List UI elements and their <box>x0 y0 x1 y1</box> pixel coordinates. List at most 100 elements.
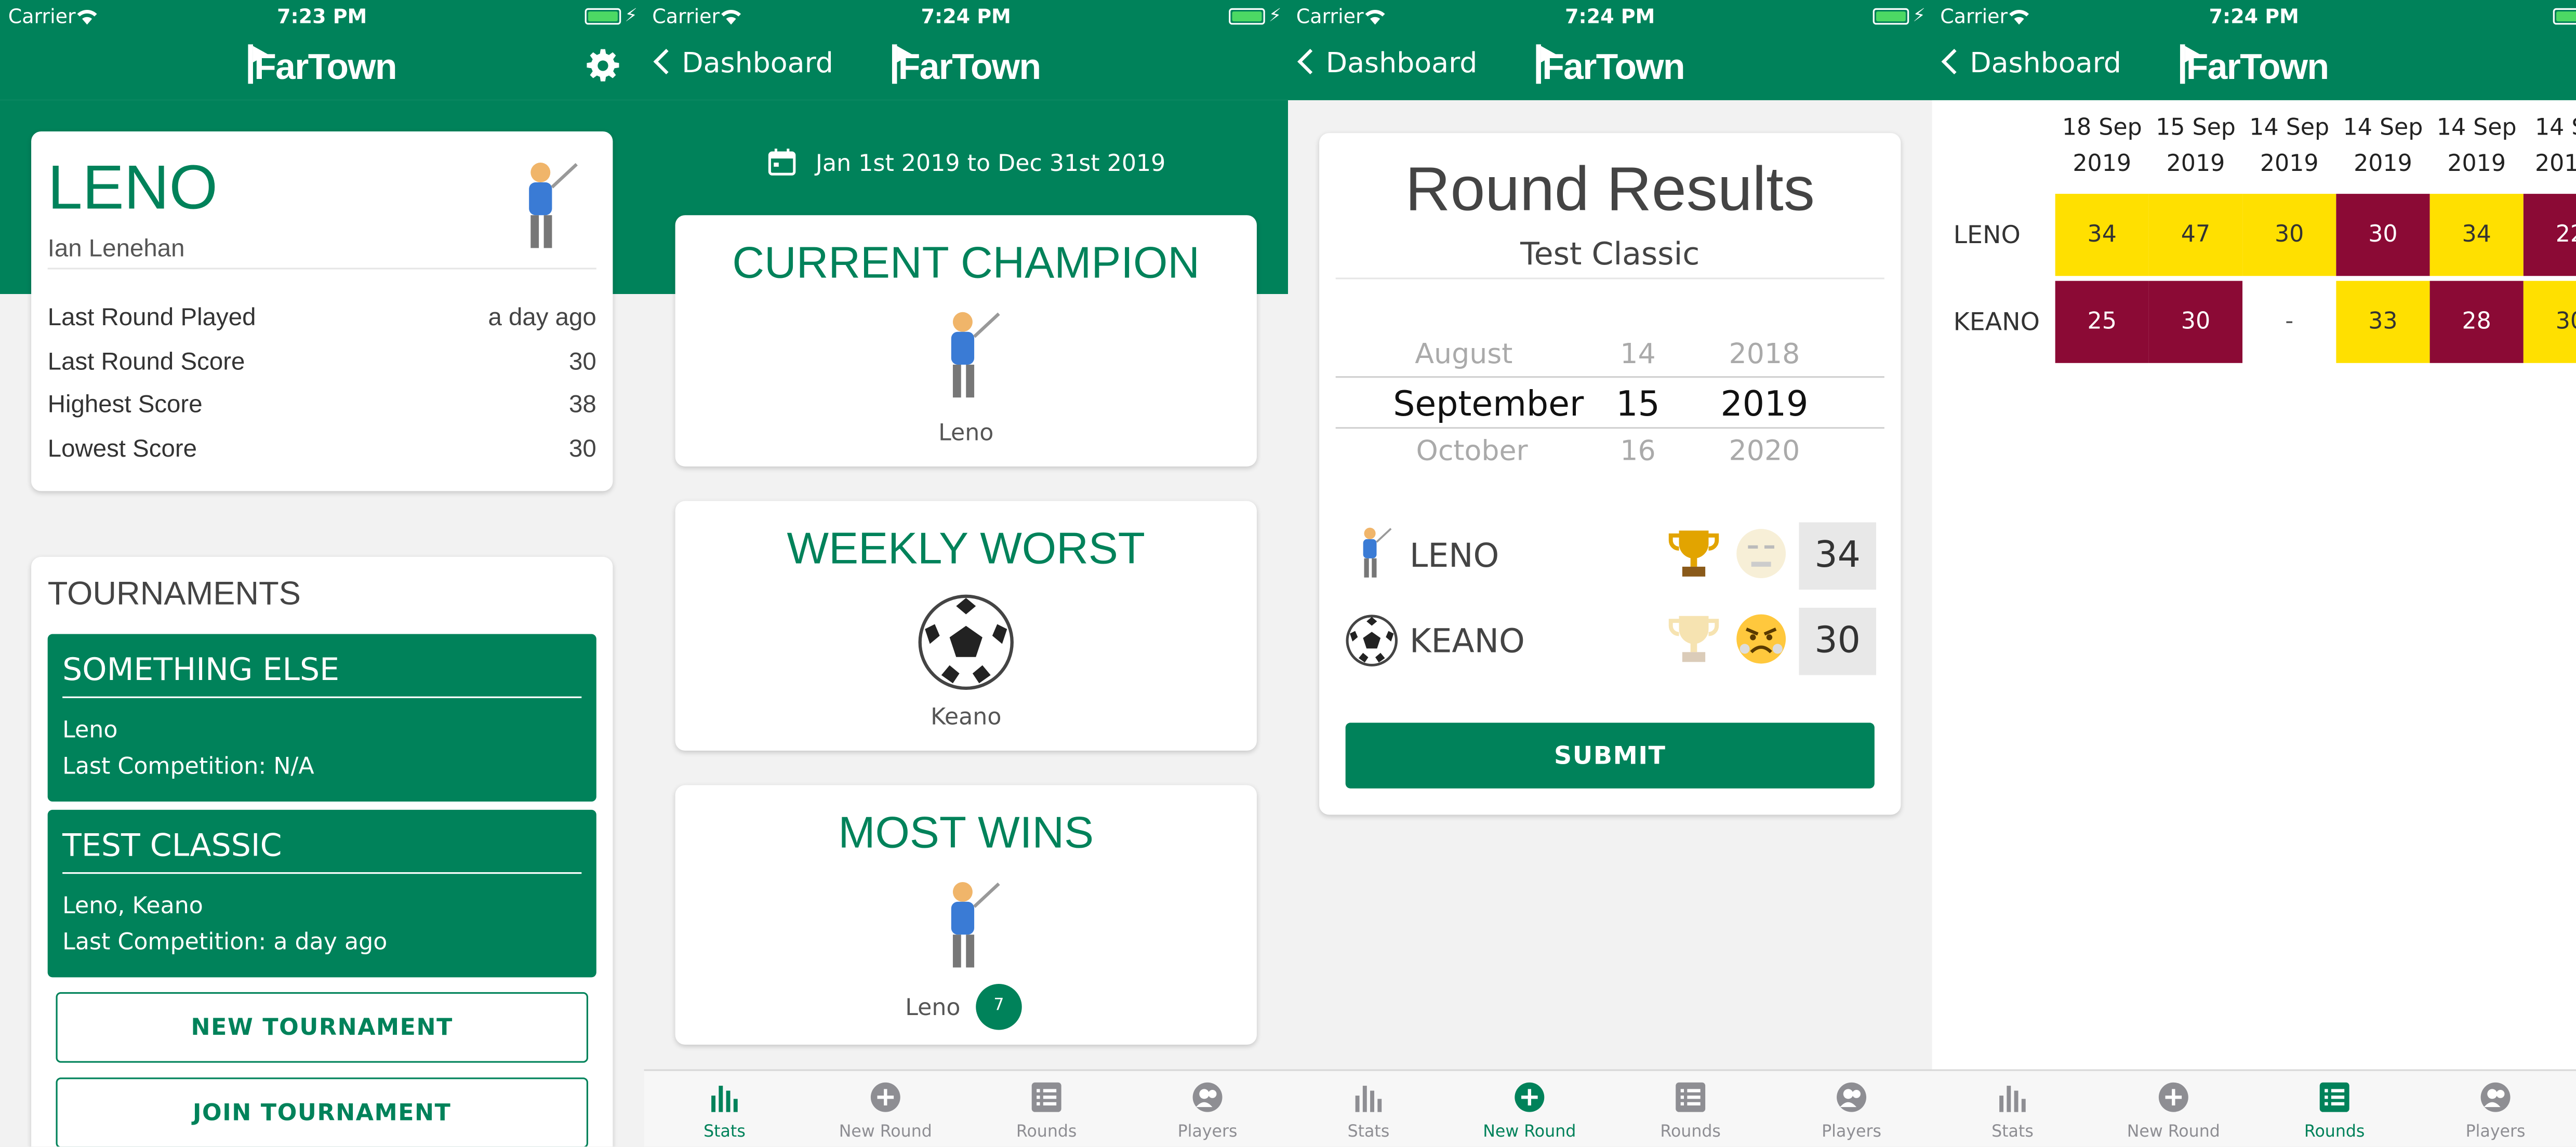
list-icon <box>2319 1082 2349 1112</box>
date-picker[interactable]: August September October 14 15 16 2018 2… <box>1335 330 1884 495</box>
tournament-players: Leno <box>62 717 118 744</box>
bar-chart-icon <box>1355 1086 1382 1112</box>
card-title: WEEKLY WORST <box>787 524 1145 574</box>
card-title: MOST WINS <box>838 808 1094 858</box>
tab-stats[interactable]: Stats <box>1288 1071 1449 1146</box>
tournament-name: TEST CLASSIC <box>62 828 282 864</box>
stat-row-highest-score: Highest Score 38 <box>47 391 596 419</box>
column-header: 15 Sep 2019 <box>2156 115 2236 178</box>
score-cell[interactable]: 34 <box>2055 194 2149 276</box>
trophy-icon[interactable] <box>1666 526 1722 582</box>
tab-new-round[interactable]: New Round <box>805 1071 966 1146</box>
flag-icon <box>1535 44 1556 84</box>
battery-icon <box>585 8 621 25</box>
column-header: 14 Sep 2019 <box>2436 115 2517 178</box>
tab-label: New Round <box>839 1123 932 1142</box>
plus-circle-icon <box>2158 1082 2188 1112</box>
golfer-icon <box>529 163 578 248</box>
tab-players[interactable]: Players <box>1127 1071 1288 1146</box>
picker-month-prev: August <box>1415 338 1513 371</box>
score-cell[interactable]: 34 <box>2429 194 2524 276</box>
logo-text: FarTown <box>254 46 397 87</box>
golfer-icon <box>1363 527 1392 578</box>
rounds-screen: Carrier 7:24 PM Dashboard FarTown 18 Sep… <box>1932 0 2576 1147</box>
player-row-keano: KEANO 30 <box>1319 605 1901 677</box>
picker-month-next: October <box>1416 435 1528 469</box>
gear-icon[interactable] <box>585 48 621 84</box>
angry-face-icon[interactable] <box>1733 611 1789 667</box>
score-cell[interactable]: 47 <box>2148 194 2243 276</box>
score-cell[interactable]: 30 <box>2523 281 2576 363</box>
new-tournament-button[interactable]: NEW TOURNAMENT <box>56 992 588 1063</box>
weekly-worst-card: WEEKLY WORST Keano <box>675 501 1257 751</box>
score-cell[interactable]: - <box>2242 281 2336 363</box>
status-bar: Carrier 7:23 PM ⚡ <box>0 5 644 28</box>
score-input[interactable]: 34 <box>1799 522 1876 590</box>
tournament-card-something-else[interactable]: SOMETHING ELSE Leno Last Competition: N/… <box>47 634 596 802</box>
tab-bar: Stats New Round Rounds Players <box>1288 1069 1932 1147</box>
score-cell[interactable]: 30 <box>2148 281 2243 363</box>
round-results-card: Round Results Test Classic August Septem… <box>1319 133 1901 815</box>
logo-text: FarTown <box>898 46 1041 87</box>
column-header: 14 S201 <box>2534 115 2576 178</box>
flag-icon <box>247 44 268 84</box>
tab-label: Stats <box>703 1123 746 1142</box>
tab-label: Rounds <box>1016 1123 1077 1142</box>
tab-label: Players <box>1177 1123 1238 1142</box>
score-cell[interactable]: 25 <box>2055 281 2149 363</box>
list-icon <box>1676 1082 1706 1112</box>
trophy-icon[interactable] <box>1666 611 1722 667</box>
tab-rounds[interactable]: Rounds <box>2254 1071 2415 1146</box>
score-input[interactable]: 30 <box>1799 607 1876 675</box>
tab-label: Rounds <box>2304 1123 2365 1142</box>
profile-card: LENO Ian Lenehan Last Round Played a day … <box>31 131 613 491</box>
tab-players[interactable]: Players <box>1771 1071 1932 1146</box>
tab-stats[interactable]: Stats <box>1932 1071 2093 1146</box>
tab-rounds[interactable]: Rounds <box>966 1071 1127 1146</box>
tab-new-round[interactable]: New Round <box>1449 1071 1610 1146</box>
stat-row-lowest-score: Lowest Score 30 <box>47 435 596 463</box>
players-icon <box>1192 1082 1223 1112</box>
tab-label: Players <box>1822 1123 1881 1142</box>
round-subtitle: Test Classic <box>1520 236 1700 273</box>
tab-label: Stats <box>1991 1123 2034 1142</box>
score-cell[interactable]: 28 <box>2429 281 2524 363</box>
tab-label: Players <box>2465 1123 2526 1142</box>
new-round-screen: Carrier 7:24 PM ⚡ Dashboard FarTown Roun… <box>1288 0 1932 1147</box>
column-header: 14 Sep 2019 <box>2343 115 2423 178</box>
tournaments-card: TOURNAMENTS SOMETHING ELSE Leno Last Com… <box>31 556 613 1147</box>
divider <box>62 696 582 698</box>
tab-rounds[interactable]: Rounds <box>1610 1071 1771 1146</box>
score-cell[interactable]: 30 <box>2336 194 2430 276</box>
card-player-name: Leno <box>938 420 994 447</box>
card-title: CURRENT CHAMPION <box>732 238 1200 288</box>
wins-count-badge: 7 <box>976 984 1022 1030</box>
calendar-icon <box>767 149 795 176</box>
join-tournament-button[interactable]: JOIN TOURNAMENT <box>56 1077 588 1147</box>
score-cell[interactable]: 30 <box>2242 194 2336 276</box>
bar-chart-icon <box>1999 1086 2026 1112</box>
tab-new-round[interactable]: New Round <box>2093 1071 2254 1146</box>
tab-stats[interactable]: Stats <box>644 1071 805 1146</box>
date-range[interactable]: Jan 1st 2019 to Dec 31st 2019 <box>644 148 1289 177</box>
dashboard-screen: Carrier 7:24 PM ⚡ Dashboard FarTown Jan … <box>644 0 1289 1147</box>
tab-players[interactable]: Players <box>2415 1071 2576 1146</box>
row-label: LENO <box>1953 220 2021 250</box>
logo-text: FarTown <box>1542 46 1685 87</box>
round-title: Round Results <box>1405 156 1815 225</box>
app-logo: FarTown <box>0 44 644 88</box>
tab-label: New Round <box>1483 1123 1576 1142</box>
score-cell[interactable]: 33 <box>2336 281 2430 363</box>
player-name: LENO <box>1409 535 1499 575</box>
submit-button[interactable]: SUBMIT <box>1345 723 1875 789</box>
row-label: KEANO <box>1953 307 2040 337</box>
angry-face-icon[interactable] <box>1733 526 1789 582</box>
column-header: 18 Sep 2019 <box>2062 115 2142 178</box>
score-cell[interactable]: 22 <box>2523 194 2576 276</box>
charging-icon: ⚡ <box>625 5 638 26</box>
divider <box>62 872 582 874</box>
tournament-last-competition: Last Competition: a day ago <box>62 929 388 956</box>
battery-icon <box>1229 8 1265 25</box>
bar-chart-icon <box>711 1086 738 1112</box>
tournament-card-test-classic[interactable]: TEST CLASSIC Leno, Keano Last Competitio… <box>47 809 596 978</box>
